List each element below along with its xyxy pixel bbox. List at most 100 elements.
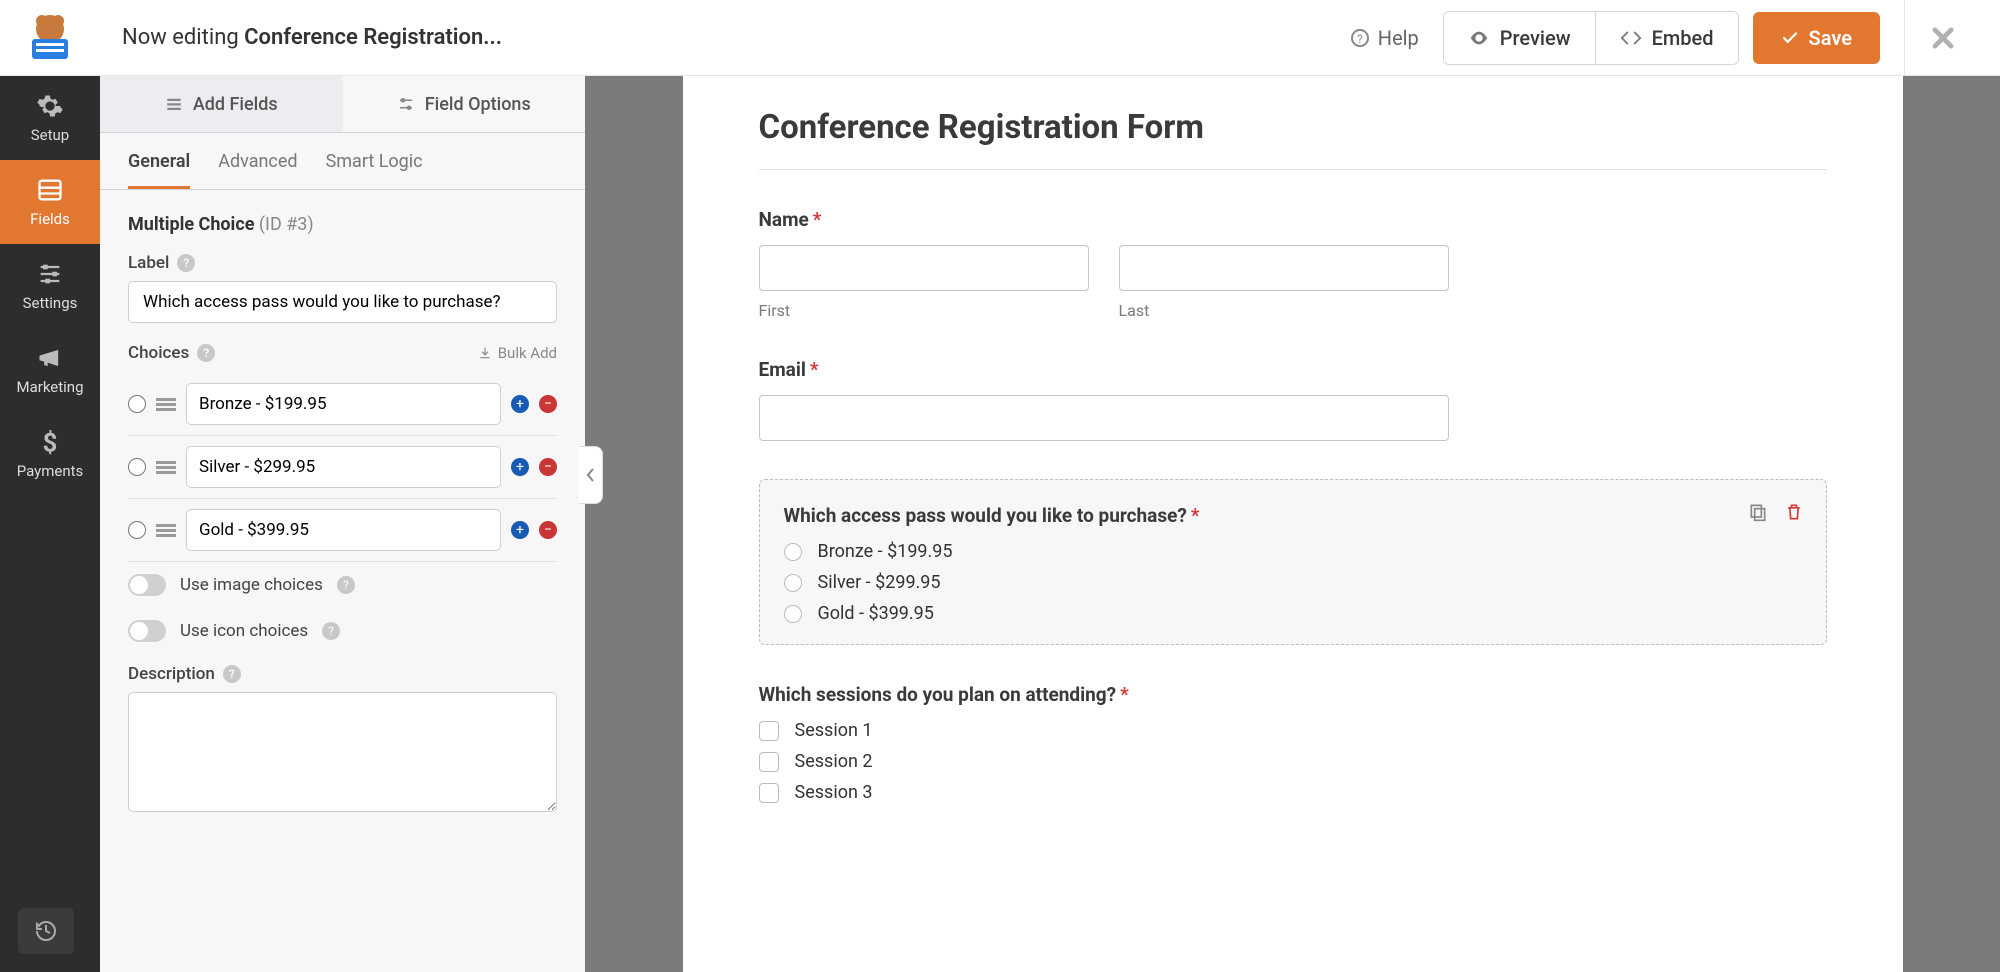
- field-type-name: Multiple Choice: [128, 214, 254, 235]
- sessions-field[interactable]: Which sessions do you plan on attending?…: [759, 683, 1827, 803]
- help-label: Help: [1378, 26, 1419, 50]
- choice-input[interactable]: [186, 509, 501, 551]
- editing-prefix: Now editing: [122, 25, 244, 50]
- choice-input[interactable]: [186, 446, 501, 488]
- tab-field-options-label: Field Options: [425, 94, 531, 115]
- choice-input[interactable]: [186, 383, 501, 425]
- tab-field-options[interactable]: Field Options: [343, 76, 586, 133]
- last-name-col: Last: [1119, 245, 1449, 320]
- add-choice-button[interactable]: +: [511, 458, 529, 476]
- form-title[interactable]: Conference Registration Form: [759, 108, 1827, 147]
- option-text: Session 3: [795, 782, 873, 803]
- preview-button[interactable]: Preview: [1444, 12, 1596, 64]
- help-tooltip-icon[interactable]: ?: [337, 576, 355, 594]
- last-sublabel: Last: [1119, 301, 1449, 320]
- sidebar-item-setup[interactable]: Setup: [0, 76, 100, 160]
- image-choices-label: Use image choices: [180, 575, 323, 595]
- sliders-icon: [36, 260, 64, 288]
- checkbox-option[interactable]: Session 3: [759, 782, 1827, 803]
- choices-label: Choices ?: [128, 343, 215, 363]
- label-heading: Label ?: [128, 253, 557, 273]
- trash-icon: [1784, 502, 1804, 522]
- choice-default-radio[interactable]: [128, 395, 146, 413]
- radio-option[interactable]: Bronze - $199.95: [784, 541, 1802, 562]
- bulk-add-button[interactable]: Bulk Add: [478, 344, 557, 362]
- name-label-text: Name: [759, 208, 809, 231]
- panel-body: Multiple Choice (ID #3) Label ? Choices …: [100, 190, 585, 972]
- sidebar-item-settings[interactable]: Settings: [0, 244, 100, 328]
- subtab-general[interactable]: General: [128, 151, 190, 189]
- help-tooltip-icon[interactable]: ?: [177, 254, 195, 272]
- revisions-button[interactable]: [18, 908, 74, 954]
- sidebar-item-fields[interactable]: Fields: [0, 160, 100, 244]
- panel-subtabs: General Advanced Smart Logic: [100, 133, 585, 190]
- embed-button[interactable]: Embed: [1596, 12, 1738, 64]
- access-options: Bronze - $199.95 Silver - $299.95 Gold -…: [784, 541, 1802, 624]
- collapse-panel-button[interactable]: [579, 446, 603, 504]
- sidebar: Setup Fields Settings Marketing $ Paymen…: [0, 76, 100, 972]
- image-choices-toggle[interactable]: [128, 574, 166, 596]
- access-pass-field[interactable]: Which access pass would you like to purc…: [759, 479, 1827, 645]
- sidebar-item-marketing[interactable]: Marketing: [0, 328, 100, 412]
- required-mark: *: [1120, 683, 1129, 706]
- radio-option[interactable]: Gold - $399.95: [784, 603, 1802, 624]
- first-sublabel: First: [759, 301, 1089, 320]
- help-tooltip-icon[interactable]: ?: [223, 665, 241, 683]
- checkbox-option[interactable]: Session 1: [759, 720, 1827, 741]
- delete-field-button[interactable]: [1784, 502, 1804, 522]
- editing-title: Now editing Conference Registration...: [122, 25, 502, 50]
- add-choice-button[interactable]: +: [511, 521, 529, 539]
- email-field[interactable]: Email*: [759, 358, 1827, 441]
- description-label-text: Description: [128, 664, 215, 684]
- subtab-advanced[interactable]: Advanced: [218, 151, 297, 189]
- help-tooltip-icon[interactable]: ?: [322, 622, 340, 640]
- label-text: Label: [128, 253, 169, 273]
- help-tooltip-icon[interactable]: ?: [197, 344, 215, 362]
- last-name-input[interactable]: [1119, 245, 1449, 291]
- choice-default-radio[interactable]: [128, 521, 146, 539]
- option-text: Session 1: [795, 720, 873, 741]
- choices-header: Choices ? Bulk Add: [128, 343, 557, 363]
- help-link[interactable]: ? Help: [1350, 26, 1419, 50]
- email-input[interactable]: [759, 395, 1449, 441]
- add-choice-button[interactable]: +: [511, 395, 529, 413]
- save-button[interactable]: Save: [1753, 12, 1880, 64]
- access-label-text: Which access pass would you like to purc…: [784, 504, 1187, 527]
- drag-handle-icon[interactable]: [156, 398, 176, 411]
- icon-choices-toggle[interactable]: [128, 620, 166, 642]
- drag-handle-icon[interactable]: [156, 461, 176, 474]
- save-label: Save: [1809, 26, 1852, 50]
- radio-icon: [784, 543, 802, 561]
- choice-default-radio[interactable]: [128, 458, 146, 476]
- sidebar-item-payments[interactable]: $ Payments: [0, 412, 100, 496]
- main: Setup Fields Settings Marketing $ Paymen…: [0, 76, 2000, 972]
- remove-choice-button[interactable]: −: [539, 521, 557, 539]
- checkbox-option[interactable]: Session 2: [759, 751, 1827, 772]
- code-icon: [1620, 27, 1642, 49]
- radio-option[interactable]: Silver - $299.95: [784, 572, 1802, 593]
- gear-icon: [36, 92, 64, 120]
- bulk-add-label: Bulk Add: [498, 344, 557, 362]
- field-type-heading: Multiple Choice (ID #3): [128, 214, 557, 235]
- field-type-id: (ID #3): [259, 214, 314, 235]
- payments-label: Payments: [17, 462, 84, 480]
- copy-icon: [1748, 502, 1768, 522]
- fields-label: Fields: [30, 210, 70, 228]
- remove-choice-button[interactable]: −: [539, 458, 557, 476]
- dollar-icon: $: [36, 428, 64, 456]
- settings-label: Settings: [23, 294, 78, 312]
- label-input[interactable]: [128, 281, 557, 323]
- description-textarea[interactable]: [128, 692, 557, 812]
- close-button[interactable]: [1904, 0, 1980, 76]
- tab-add-fields[interactable]: Add Fields: [100, 76, 343, 133]
- embed-label: Embed: [1652, 26, 1714, 50]
- remove-choice-button[interactable]: −: [539, 395, 557, 413]
- options-panel: Add Fields Field Options General Advance…: [100, 76, 585, 972]
- name-field[interactable]: Name* First Last: [759, 208, 1827, 320]
- first-name-input[interactable]: [759, 245, 1089, 291]
- checkbox-icon: [759, 783, 779, 803]
- subtab-smart-logic[interactable]: Smart Logic: [326, 151, 423, 189]
- duplicate-field-button[interactable]: [1748, 502, 1768, 522]
- drag-handle-icon[interactable]: [156, 524, 176, 537]
- options-icon: [397, 95, 415, 113]
